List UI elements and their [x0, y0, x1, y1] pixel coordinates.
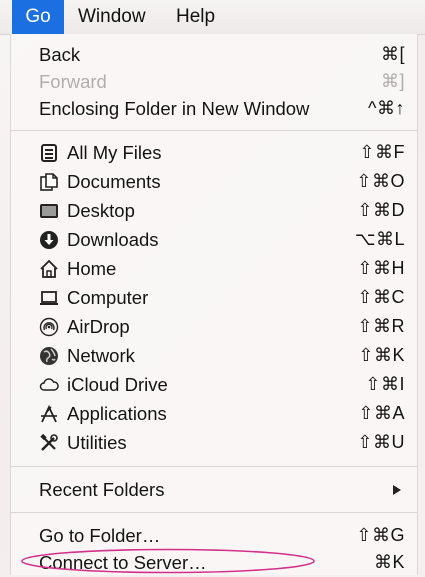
- shortcut: ⇧⌘G: [356, 525, 405, 545]
- computer-icon: [40, 291, 58, 305]
- shortcut: ⇧⌘I: [365, 374, 405, 394]
- shortcut: ⇧⌘C: [357, 287, 405, 307]
- menu-item-all-my-files[interactable]: All My Files ⇧⌘F: [11, 138, 417, 167]
- icloud-icon: [39, 378, 59, 391]
- separator: [11, 466, 417, 467]
- documents-icon: [40, 173, 58, 191]
- all-my-files-icon: [41, 144, 57, 162]
- screen: Go Window Help Back ⌘[ Forward ⌘] Enclos…: [0, 0, 425, 577]
- menu-item-utilities[interactable]: Utilities ⇧⌘U: [11, 428, 417, 457]
- menu-item-go-to-folder[interactable]: Go to Folder… ⇧⌘G: [11, 521, 417, 550]
- menu-item-enclosing-folder[interactable]: Enclosing Folder in New Window ^⌘↑: [11, 94, 417, 123]
- menu-item-home[interactable]: Home ⇧⌘H: [11, 254, 417, 283]
- menu-item-network[interactable]: Network ⇧⌘K: [11, 341, 417, 370]
- menu-item-connect-to-server[interactable]: Connect to Server… ⌘K: [11, 548, 417, 577]
- shortcut: ⇧⌘O: [356, 171, 405, 191]
- home-icon: [40, 259, 58, 278]
- menu-item-label: AirDrop: [67, 316, 130, 337]
- utilities-icon: [40, 433, 58, 451]
- menu-item-label: Recent Folders: [39, 479, 165, 500]
- shortcut: ⌘]: [380, 71, 405, 91]
- menu-item-label: Forward: [39, 71, 107, 92]
- menu-item-label: All My Files: [67, 142, 162, 163]
- menu-item-label: Back: [39, 44, 81, 65]
- menu-item-icloud-drive[interactable]: iCloud Drive ⇧⌘I: [11, 370, 417, 399]
- menu-item-label: Network: [67, 345, 135, 366]
- menu-item-back[interactable]: Back ⌘[: [11, 40, 417, 69]
- menu-item-applications[interactable]: Applications ⇧⌘A: [11, 399, 417, 428]
- menu-item-label: Applications: [67, 403, 167, 424]
- airdrop-icon: [39, 317, 59, 337]
- menu-item-label: Connect to Server…: [39, 552, 207, 573]
- menu-item-label: Go to Folder…: [39, 525, 161, 546]
- menu-item-label: Home: [67, 258, 117, 279]
- menu-item-desktop[interactable]: Desktop ⇧⌘D: [11, 196, 417, 225]
- menu-item-label: Computer: [67, 287, 149, 308]
- network-icon: [40, 347, 58, 365]
- shortcut: ⇧⌘K: [358, 345, 405, 365]
- menu-item-downloads[interactable]: Downloads ⌥⌘L: [11, 225, 417, 254]
- separator: [11, 130, 417, 131]
- shortcut: ⌘K: [373, 552, 405, 572]
- menu-item-label: Utilities: [67, 432, 127, 453]
- separator: [11, 512, 417, 513]
- menu-item-airdrop[interactable]: AirDrop ⇧⌘R: [11, 312, 417, 341]
- desktop-icon: [40, 204, 58, 218]
- shortcut: ⇧⌘D: [357, 200, 405, 220]
- menu-bar: Go Window Help: [0, 0, 425, 35]
- menu-item-label: iCloud Drive: [67, 374, 168, 395]
- menu-window[interactable]: Window: [68, 0, 156, 34]
- shortcut: ⇧⌘U: [357, 432, 405, 452]
- submenu-arrow-icon: [393, 485, 401, 495]
- shortcut: ^⌘↑: [368, 98, 405, 118]
- shortcut: ⌥⌘L: [354, 229, 405, 249]
- menu-item-label: Downloads: [67, 229, 159, 250]
- menu-item-recent-folders[interactable]: Recent Folders: [11, 475, 417, 504]
- menu-item-label: Desktop: [67, 200, 135, 221]
- menu-help[interactable]: Help: [166, 0, 225, 34]
- menu-item-forward: Forward ⌘]: [11, 67, 417, 96]
- shortcut: ⇧⌘H: [357, 258, 405, 278]
- go-menu-dropdown: Back ⌘[ Forward ⌘] Enclosing Folder in N…: [10, 34, 418, 575]
- shortcut: ⇧⌘R: [357, 316, 405, 336]
- menu-item-computer[interactable]: Computer ⇧⌘C: [11, 283, 417, 312]
- applications-icon: [41, 404, 57, 423]
- shortcut: ⇧⌘F: [359, 142, 405, 162]
- downloads-icon: [40, 231, 58, 249]
- shortcut: ⌘[: [380, 44, 405, 64]
- menu-go[interactable]: Go: [12, 0, 64, 34]
- menu-item-label: Enclosing Folder in New Window: [39, 98, 310, 119]
- menu-item-documents[interactable]: Documents ⇧⌘O: [11, 167, 417, 196]
- shortcut: ⇧⌘A: [358, 403, 405, 423]
- menu-item-label: Documents: [67, 171, 161, 192]
